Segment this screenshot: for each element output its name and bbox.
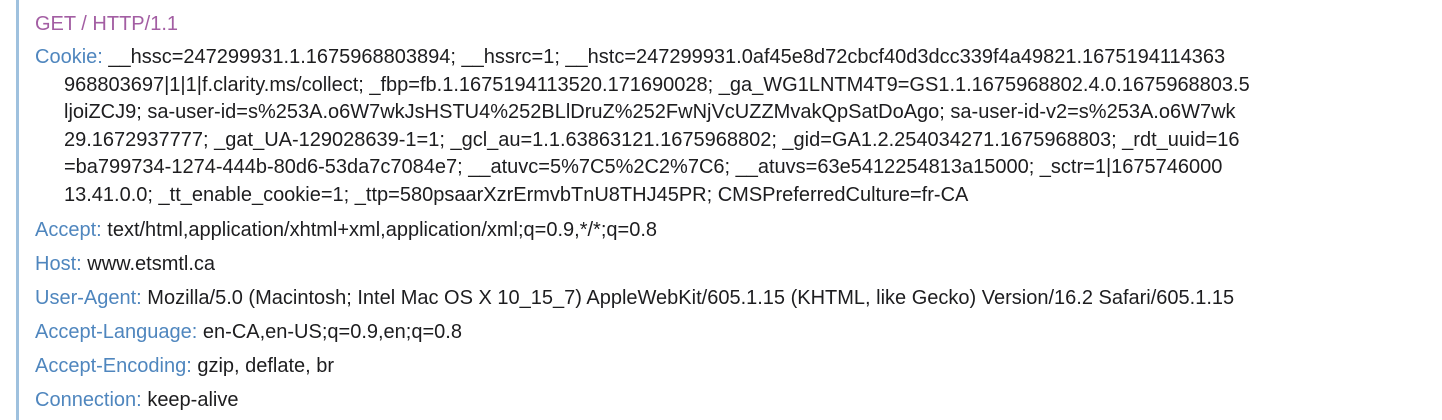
header-row-cookie: Cookie: __hssc=247299931.1.1675968803894…	[35, 40, 1442, 213]
header-row-accept-language: Accept-Language: en-CA,en-US;q=0.9,en;q=…	[35, 315, 1442, 349]
header-key-cookie: Cookie:	[35, 46, 103, 68]
header-key-connection: Connection:	[35, 389, 142, 411]
left-border-rule	[16, 0, 19, 420]
header-key-accept: Accept:	[35, 219, 102, 241]
cookie-line-2: 968803697|1|1|f.clarity.ms/collect; _fbp…	[64, 73, 1250, 96]
header-value-accept-language: en-CA,en-US;q=0.9,en;q=0.8	[202, 321, 462, 343]
header-key-accept-language: Accept-Language:	[35, 321, 198, 343]
request-line: GET / HTTP/1.1	[35, 13, 178, 35]
header-value-user-agent: Mozilla/5.0 (Macintosh; Intel Mac OS X 1…	[147, 287, 1235, 309]
header-row-accept: Accept: text/html,application/xhtml+xml,…	[35, 213, 1442, 247]
header-value-host: www.etsmtl.ca	[87, 253, 216, 275]
header-key-user-agent: User-Agent:	[35, 287, 142, 309]
cookie-line-1: Cookie: __hssc=247299931.1.1675968803894…	[35, 44, 1442, 72]
cookie-value-line: __hssc=247299931.1.1675968803894; __hssr…	[108, 46, 1226, 68]
header-value-accept-encoding: gzip, deflate, br	[197, 355, 335, 377]
header-key-host: Host:	[35, 253, 82, 275]
header-value-connection: keep-alive	[147, 389, 239, 411]
header-row-accept-encoding: Accept-Encoding: gzip, deflate, br	[35, 349, 1442, 383]
cookie-line-3: ljoiZCJ9; sa-user-id=s%253A.o6W7wkJsHSTU…	[64, 101, 1236, 123]
header-value-accept: text/html,application/xhtml+xml,applicat…	[107, 219, 657, 241]
cookie-line-6: 13.41.0.0; _tt_enable_cookie=1; _ttp=580…	[64, 183, 969, 206]
header-row-user-agent: User-Agent: Mozilla/5.0 (Macintosh; Inte…	[35, 281, 1442, 315]
cookie-line-4: 29.1672937777; _gat_UA-129028639-1=1; _g…	[64, 128, 1240, 151]
header-row-host: Host: www.etsmtl.ca	[35, 247, 1442, 281]
http-request-headers-panel: GET / HTTP/1.1 Cookie: __hssc=247299931.…	[35, 8, 1442, 417]
cookie-line-5: =ba799734-1274-444b-80d6-53da7c7084e7; _…	[64, 156, 1223, 178]
header-row-connection: Connection: keep-alive	[35, 383, 1442, 417]
header-key-accept-encoding: Accept-Encoding:	[35, 355, 192, 377]
